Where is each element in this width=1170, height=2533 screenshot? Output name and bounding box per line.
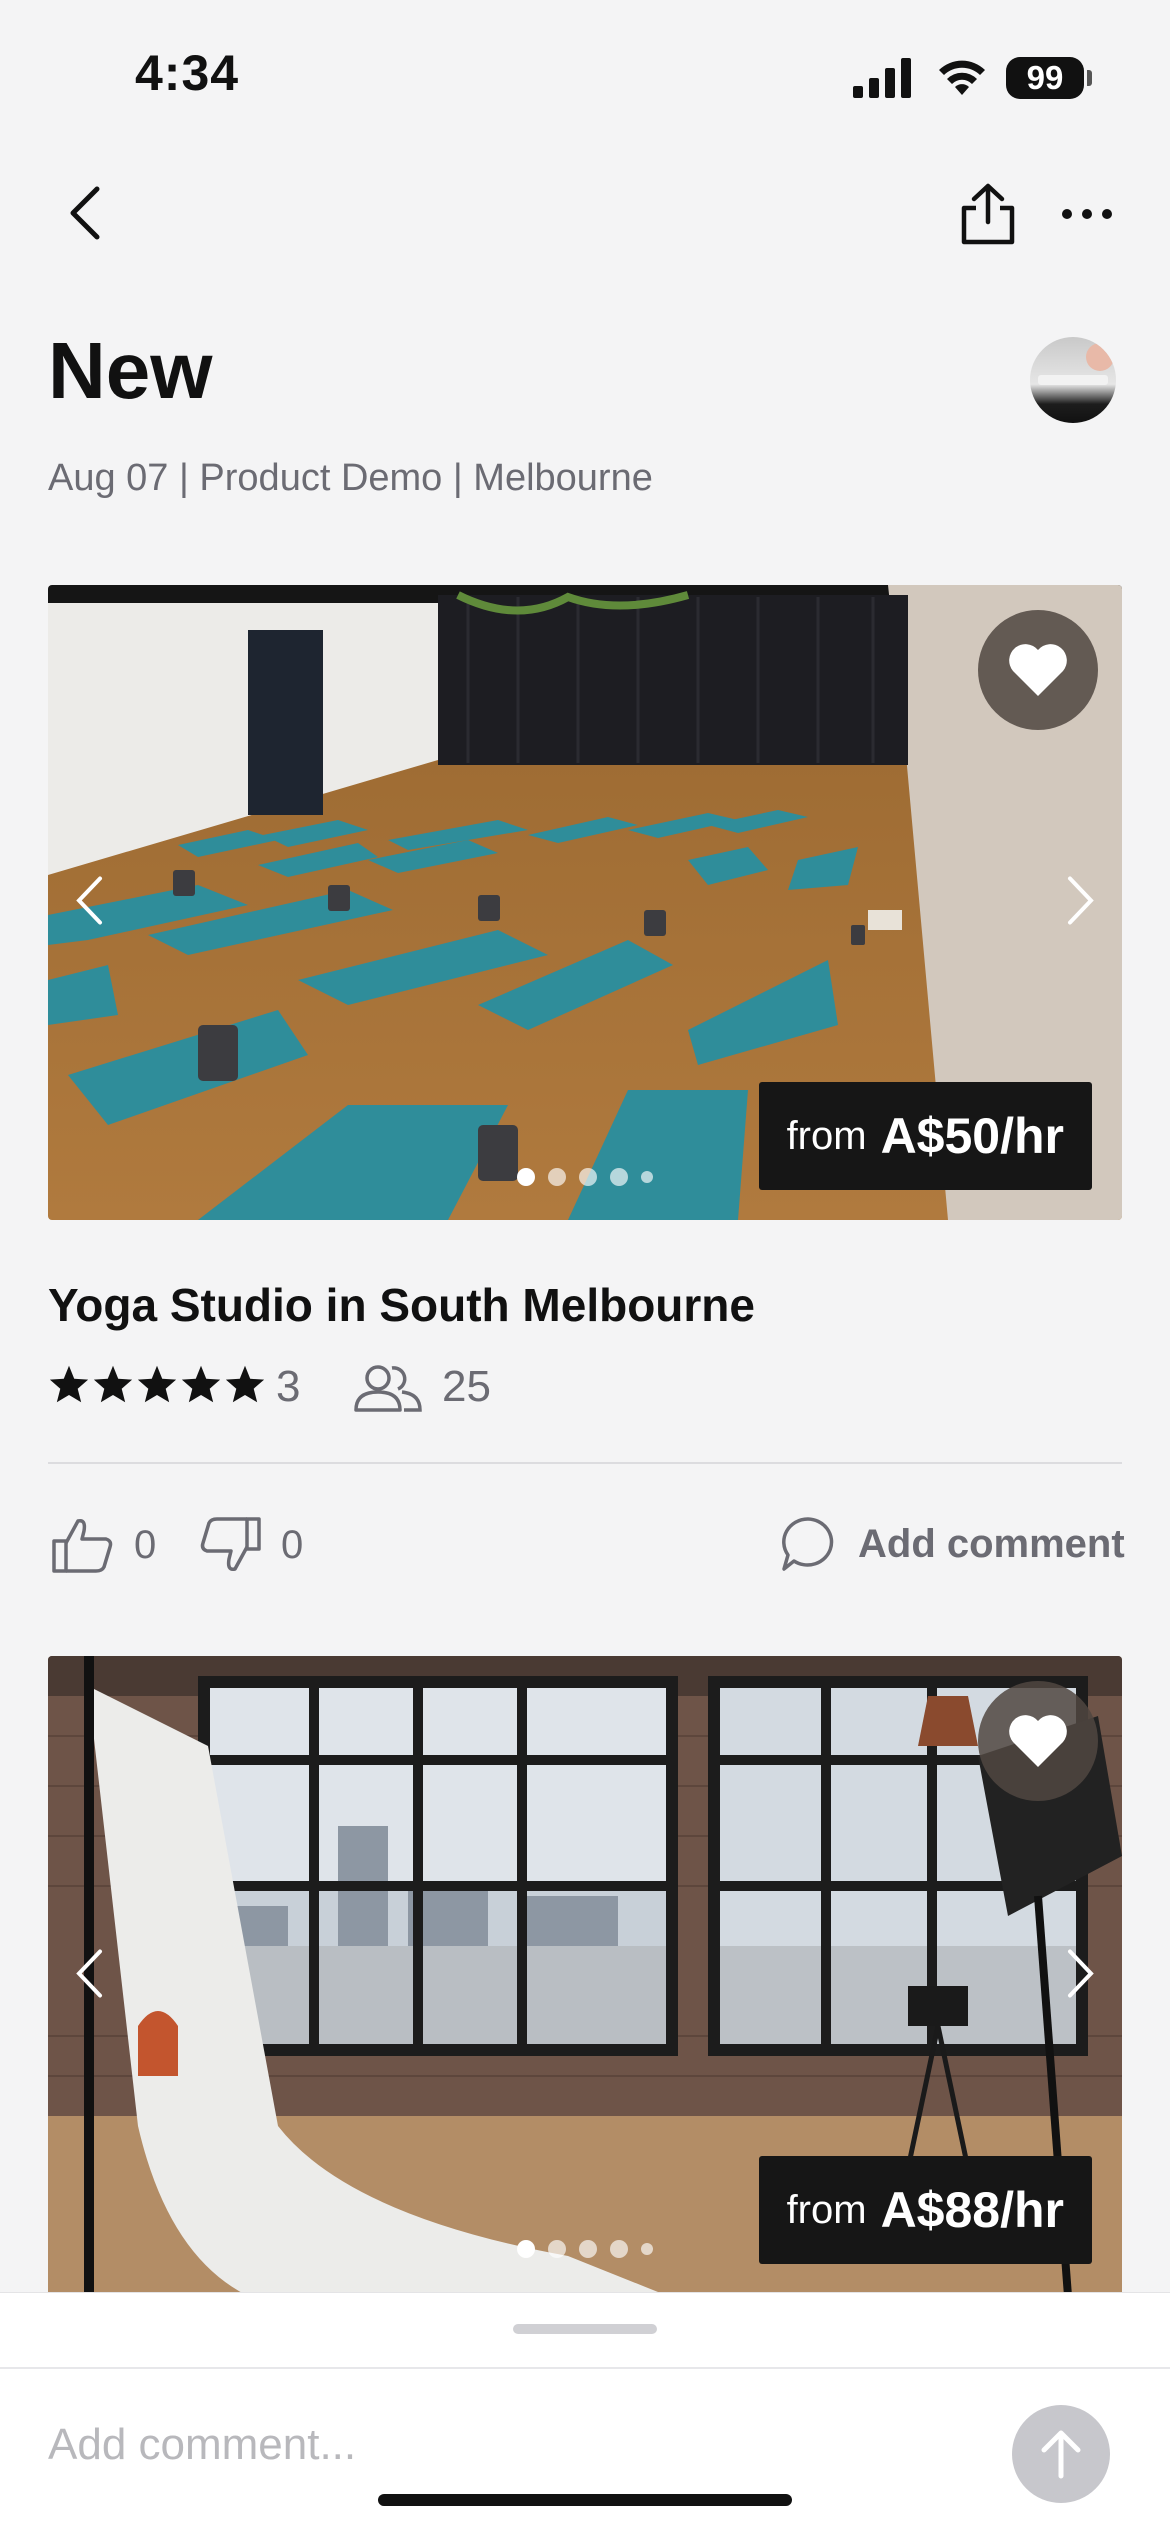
sheet-drag-handle[interactable] — [513, 2324, 657, 2334]
send-comment-button[interactable] — [1012, 2405, 1110, 2503]
chevron-left-icon — [76, 876, 102, 924]
price-tag: from A$50/hr — [758, 1082, 1092, 1190]
pager-dot[interactable] — [548, 2240, 566, 2258]
avatar[interactable] — [1030, 337, 1116, 423]
rating-count: 3 — [276, 1362, 301, 1411]
chevron-right-icon — [1068, 1949, 1094, 1998]
photo-prev-button[interactable] — [74, 874, 104, 931]
favorite-button[interactable] — [978, 610, 1098, 730]
star-icon — [93, 1365, 133, 1403]
back-button[interactable] — [55, 178, 115, 248]
pager-dot[interactable] — [641, 2243, 653, 2255]
chevron-right-icon — [1068, 876, 1094, 924]
pager-dot[interactable] — [579, 2240, 597, 2258]
star-rating — [48, 1364, 266, 1404]
heart-icon — [1009, 644, 1067, 696]
pager-dot[interactable] — [641, 1171, 653, 1183]
pager-dot[interactable] — [517, 1168, 535, 1186]
pager-dot[interactable] — [610, 1168, 628, 1186]
listing-photo-carousel[interactable]: from A$88/hr — [48, 1656, 1122, 2296]
add-comment-button[interactable]: Add comment — [780, 1515, 1125, 1573]
speech-bubble-icon — [782, 1517, 834, 1571]
people-icon — [354, 1365, 422, 1412]
comment-input[interactable] — [48, 2420, 948, 2470]
more-button[interactable] — [1055, 192, 1119, 236]
more-icon — [1062, 209, 1112, 219]
price-value: A$50/hr — [880, 1108, 1064, 1164]
price-prefix: from — [786, 1113, 867, 1158]
add-comment-label: Add comment — [858, 1521, 1125, 1566]
thumbs-up-icon — [52, 1518, 113, 1573]
heart-icon — [1009, 1715, 1067, 1767]
photo-next-button[interactable] — [1066, 874, 1096, 931]
arrow-up-icon — [1041, 2430, 1081, 2479]
star-icon — [137, 1365, 177, 1403]
pager-dot[interactable] — [548, 1168, 566, 1186]
status-time: 4:34 — [135, 45, 240, 101]
star-icon — [49, 1365, 89, 1403]
home-indicator — [378, 2494, 792, 2506]
photo-prev-button[interactable] — [74, 1948, 104, 2005]
pager-dot[interactable] — [579, 1168, 597, 1186]
page-subtitle: Aug 07 | Product Demo | Melbourne — [48, 457, 653, 499]
like-count: 0 — [134, 1522, 157, 1567]
like-button[interactable]: 0 — [50, 1515, 156, 1575]
price-tag: from A$88/hr — [758, 2156, 1092, 2264]
favorite-button[interactable] — [978, 1681, 1098, 1801]
listing-title[interactable]: Yoga Studio in South Melbourne — [48, 1278, 755, 1332]
price-prefix: from — [786, 2187, 867, 2232]
battery-tip — [1087, 70, 1092, 86]
thumbs-down-icon — [200, 1517, 261, 1572]
star-icon — [225, 1365, 265, 1403]
divider — [48, 1462, 1122, 1464]
battery-indicator: 99 — [1006, 57, 1084, 99]
pager-dot[interactable] — [517, 2240, 535, 2258]
star-icon — [181, 1365, 221, 1403]
dislike-count: 0 — [281, 1522, 304, 1567]
share-button[interactable] — [950, 176, 1026, 252]
wifi-icon — [939, 60, 985, 95]
page-title: New — [48, 326, 213, 415]
price-value: A$88/hr — [880, 2182, 1064, 2238]
cellular-signal-icon — [853, 58, 911, 98]
pager-dot[interactable] — [610, 2240, 628, 2258]
dislike-button[interactable]: 0 — [197, 1515, 303, 1575]
chevron-left-icon — [76, 1949, 102, 1998]
guest-capacity: 25 — [442, 1362, 491, 1411]
divider — [0, 2367, 1170, 2369]
chevron-left-icon — [70, 186, 100, 240]
share-icon — [961, 183, 1015, 245]
photo-next-button[interactable] — [1066, 1948, 1096, 2005]
avatar-image — [1038, 343, 1114, 385]
listing-photo-carousel[interactable]: from A$50/hr — [48, 585, 1122, 1220]
